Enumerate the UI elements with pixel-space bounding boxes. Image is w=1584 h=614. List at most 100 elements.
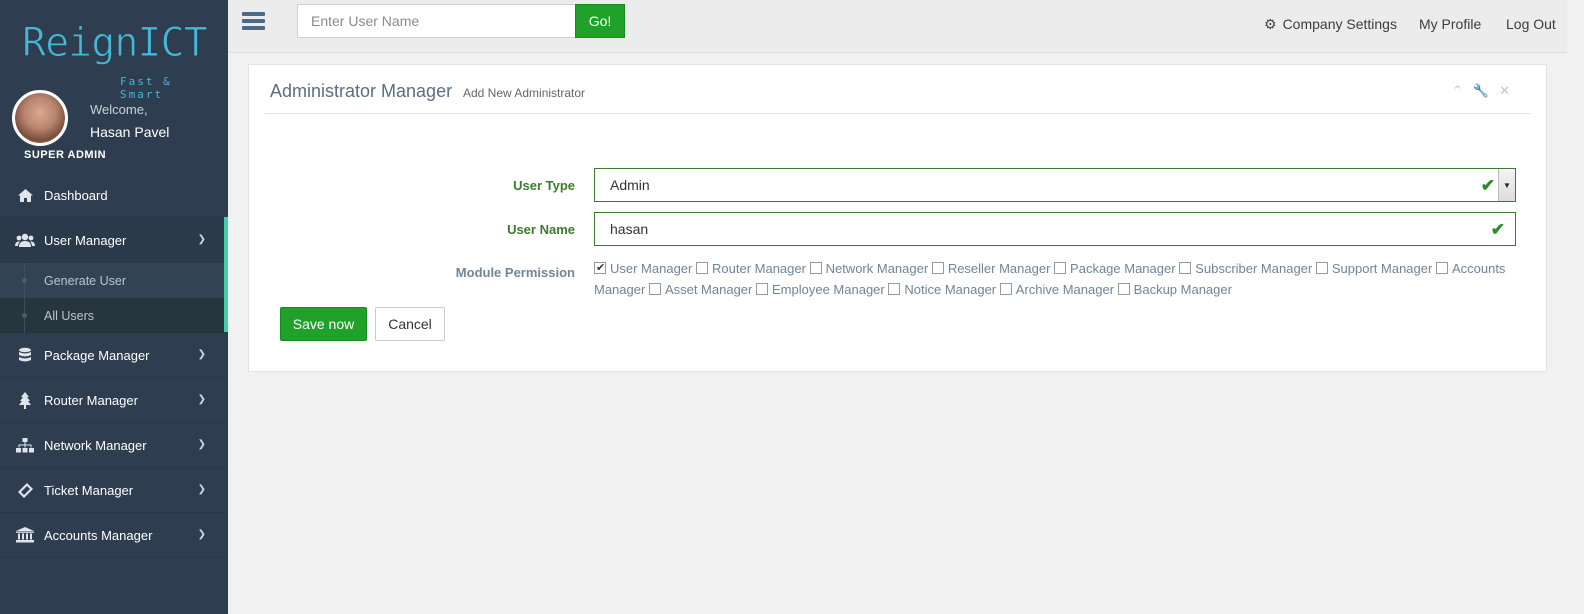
perm-label: Archive Manager bbox=[1015, 282, 1115, 297]
save-button[interactable]: Save now bbox=[280, 307, 367, 341]
checkbox[interactable] bbox=[1315, 262, 1328, 274]
checkbox[interactable] bbox=[809, 262, 822, 274]
checkbox[interactable] bbox=[1054, 262, 1067, 274]
user-type-label: User Type bbox=[513, 178, 575, 193]
sidebar-subitem-all-users[interactable]: All Users bbox=[0, 298, 228, 333]
sidebar-item-label: Network Manager bbox=[44, 437, 147, 453]
active-indicator bbox=[224, 217, 228, 332]
logout-link[interactable]: Log Out bbox=[1506, 16, 1556, 32]
cancel-button[interactable]: Cancel bbox=[375, 307, 445, 341]
go-button[interactable]: Go! bbox=[575, 4, 625, 38]
perm-label: Notice Manager bbox=[904, 282, 997, 297]
checkbox[interactable] bbox=[1435, 262, 1448, 274]
perm-label: Employee Manager bbox=[772, 282, 885, 297]
sidebar-item-label: Ticket Manager bbox=[44, 482, 134, 498]
page-title: Administrator Manager bbox=[270, 81, 453, 101]
user-type-value: Admin bbox=[610, 177, 650, 193]
menu-toggle-icon[interactable] bbox=[242, 12, 265, 32]
sitemap-icon bbox=[14, 436, 36, 454]
search-input[interactable] bbox=[297, 4, 576, 38]
logo-text: ReignICT bbox=[22, 20, 209, 67]
sidebar-item-package-manager[interactable]: Package Manager ❯ bbox=[0, 333, 228, 378]
perm-label: Package Manager bbox=[1070, 261, 1176, 276]
perm-archive-manager[interactable]: Archive Manager bbox=[999, 282, 1115, 297]
module-permission-label: Module Permission bbox=[455, 265, 575, 280]
sidebar-nav: Dashboard User Manager ❯ Generate User A… bbox=[0, 173, 228, 558]
bullet-icon bbox=[22, 313, 27, 318]
perm-backup-manager[interactable]: Backup Manager bbox=[1117, 282, 1232, 297]
sidebar-subitem-generate-user[interactable]: Generate User bbox=[0, 263, 228, 298]
perm-employee-manager[interactable]: Employee Manager bbox=[756, 282, 885, 297]
my-profile-link[interactable]: My Profile bbox=[1419, 16, 1481, 32]
chevron-down-icon: ❯ bbox=[197, 484, 206, 495]
user-name-field[interactable]: hasan ✔ bbox=[594, 212, 1516, 246]
checkbox[interactable] bbox=[648, 283, 661, 295]
scrollbar[interactable] bbox=[1567, 0, 1584, 614]
checkbox[interactable] bbox=[756, 283, 768, 295]
home-icon bbox=[14, 186, 36, 204]
perm-subscriber-manager[interactable]: Subscriber Manager bbox=[1179, 261, 1312, 276]
wrench-icon[interactable]: 🔧 bbox=[1473, 83, 1499, 98]
chevron-down-icon: ❯ bbox=[197, 439, 206, 450]
checkbox[interactable] bbox=[696, 262, 708, 274]
chevron-down-icon: ❯ bbox=[197, 234, 206, 245]
sidebar-subitem-label: Generate User bbox=[44, 273, 126, 288]
bank-icon bbox=[14, 526, 36, 544]
sidebar-item-dashboard[interactable]: Dashboard bbox=[0, 173, 228, 218]
sidebar-item-label: Accounts Manager bbox=[44, 527, 153, 543]
sidebar-item-router-manager[interactable]: Router Manager ❯ bbox=[0, 378, 228, 423]
user-name-label: User Name bbox=[507, 222, 575, 237]
close-icon[interactable]: ✕ bbox=[1499, 83, 1520, 98]
checkbox[interactable] bbox=[1179, 262, 1192, 274]
sidebar-item-label: Package Manager bbox=[44, 347, 150, 363]
perm-router-manager[interactable]: Router Manager bbox=[696, 261, 806, 276]
perm-label: Asset Manager bbox=[664, 282, 753, 297]
perm-label: User Manager bbox=[610, 261, 693, 276]
sidebar-item-accounts-manager[interactable]: Accounts Manager ❯ bbox=[0, 513, 228, 558]
perm-support-manager[interactable]: Support Manager bbox=[1315, 261, 1433, 276]
perm-label: Backup Manager bbox=[1133, 282, 1232, 297]
user-role: SUPER ADMIN bbox=[24, 149, 107, 161]
chevron-down-icon: ❯ bbox=[197, 529, 206, 540]
sidebar-item-label: User Manager bbox=[44, 232, 127, 248]
perm-package-manager[interactable]: Package Manager bbox=[1054, 261, 1176, 276]
admin-manager-panel: Administrator Manager Add New Administra… bbox=[248, 64, 1547, 372]
perm-label: Support Manager bbox=[1331, 261, 1433, 276]
database-icon bbox=[14, 346, 36, 364]
gear-icon: ⚙ bbox=[1264, 16, 1277, 32]
user-name-value: hasan bbox=[610, 221, 649, 237]
sidebar-item-label: Dashboard bbox=[44, 187, 108, 203]
ticket-icon bbox=[14, 481, 36, 499]
collapse-icon[interactable]: ⌃ bbox=[1452, 83, 1473, 98]
checkbox[interactable] bbox=[1117, 283, 1130, 295]
valid-check-icon: ✔ bbox=[1490, 220, 1505, 239]
user-name: Hasan Pavel bbox=[90, 124, 170, 140]
perm-network-manager[interactable]: Network Manager bbox=[809, 261, 929, 276]
perm-reseller-manager[interactable]: Reseller Manager bbox=[931, 261, 1050, 276]
perm-notice-manager[interactable]: Notice Manager bbox=[888, 282, 996, 297]
logo-tagline: Fast & Smart bbox=[120, 75, 172, 101]
logo[interactable]: ReignICT Fast & Smart bbox=[22, 20, 212, 102]
valid-check-icon: ✔ bbox=[1480, 176, 1495, 195]
divider bbox=[265, 113, 1531, 114]
sidebar-item-network-manager[interactable]: Network Manager ❯ bbox=[0, 423, 228, 468]
checkbox[interactable] bbox=[999, 283, 1012, 295]
panel-tools: ⌃🔧✕ bbox=[1452, 83, 1520, 99]
perm-user-manager[interactable]: User Manager bbox=[594, 258, 693, 279]
bullet-icon bbox=[22, 278, 27, 283]
user-type-select[interactable]: Admin ✔ ▼ bbox=[594, 168, 1516, 202]
chevron-down-icon: ❯ bbox=[197, 394, 206, 405]
sidebar-item-user-manager[interactable]: User Manager ❯ bbox=[0, 218, 228, 263]
avatar[interactable] bbox=[12, 90, 68, 146]
sidebar-item-label: Router Manager bbox=[44, 392, 138, 408]
company-settings-link[interactable]: ⚙ Company Settings bbox=[1264, 16, 1397, 33]
checkbox[interactable] bbox=[888, 283, 901, 295]
checkbox[interactable] bbox=[594, 258, 606, 279]
checkbox[interactable] bbox=[931, 262, 944, 274]
dropdown-arrow-icon[interactable]: ▼ bbox=[1498, 169, 1515, 201]
perm-asset-manager[interactable]: Asset Manager bbox=[648, 282, 753, 297]
perm-label: Network Manager bbox=[825, 261, 929, 276]
sidebar-item-ticket-manager[interactable]: Ticket Manager ❯ bbox=[0, 468, 228, 513]
users-icon bbox=[14, 231, 36, 249]
tree-icon bbox=[14, 391, 36, 409]
